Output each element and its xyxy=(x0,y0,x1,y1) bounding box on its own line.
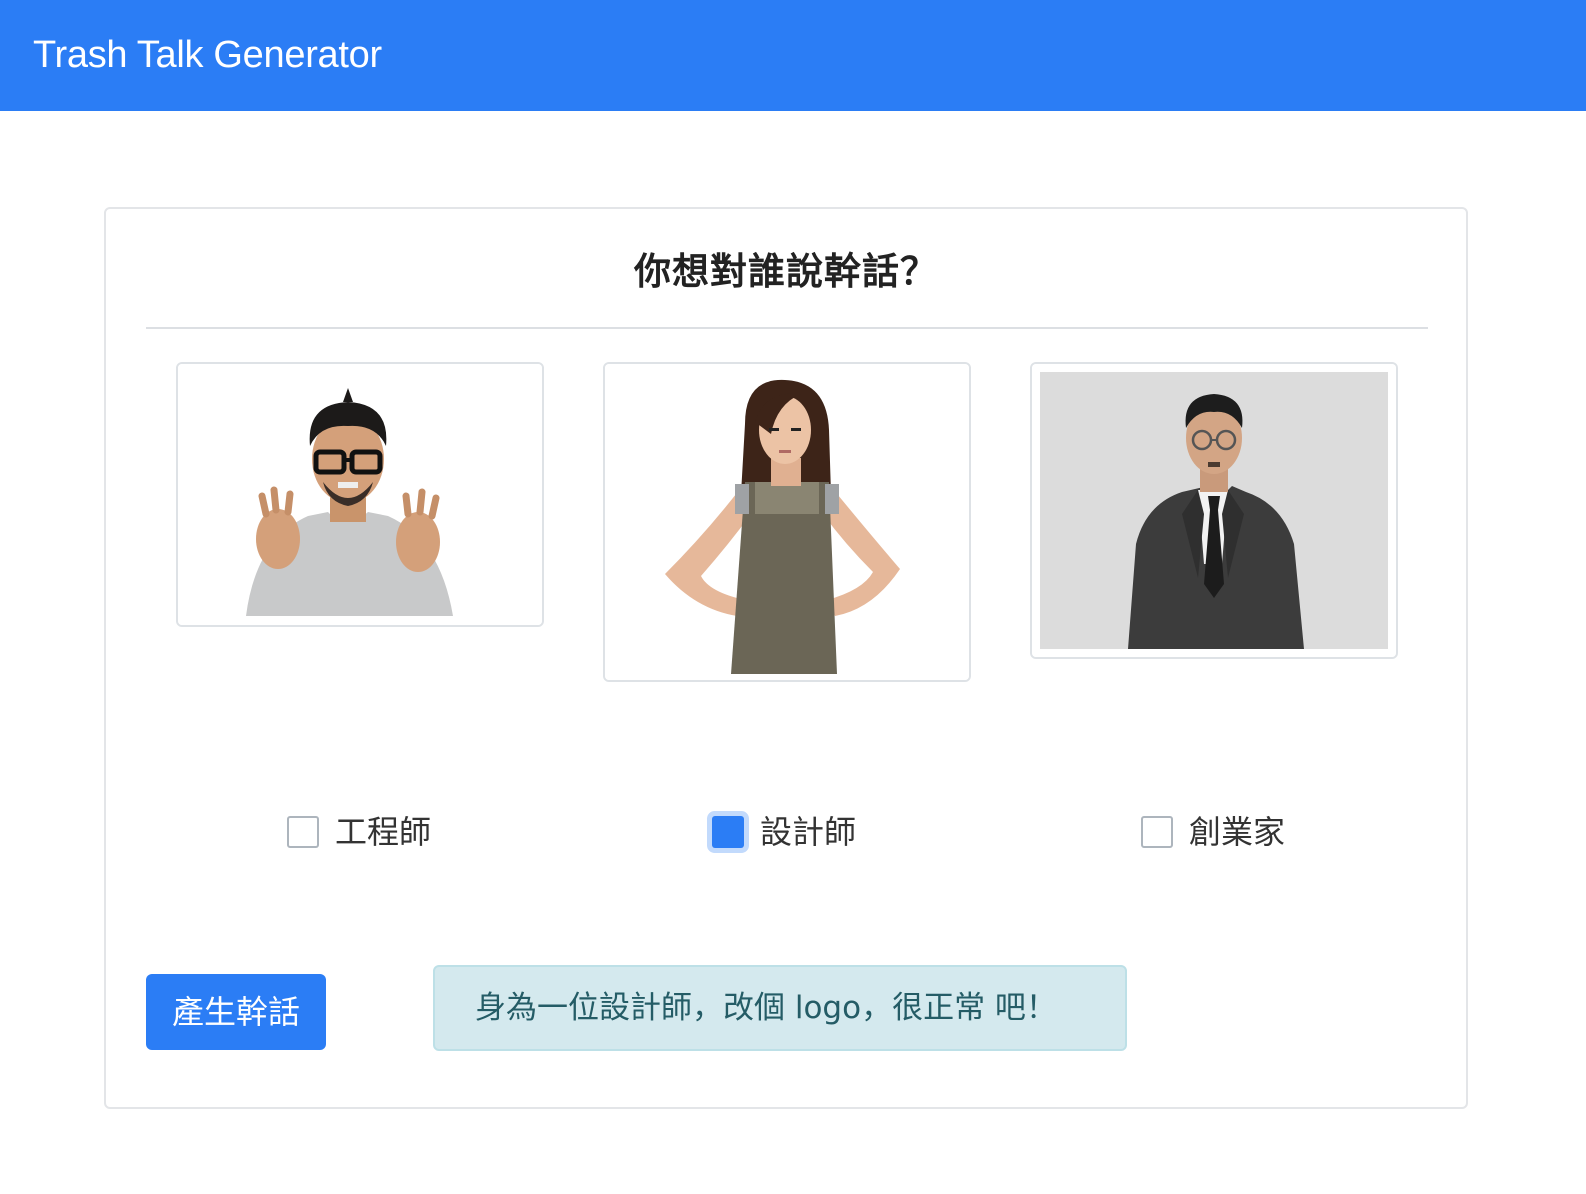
engineer-illustration xyxy=(178,364,542,625)
engineer-label[interactable]: 工程師 xyxy=(335,812,431,852)
divider xyxy=(146,327,1428,329)
designer-label[interactable]: 設計師 xyxy=(760,812,856,852)
designer-photo[interactable] xyxy=(603,362,971,682)
main-card: 你想對誰說幹話？ 工程師 設計師 創業家 產生幹話 身為一位設計師，改個 log… xyxy=(104,207,1468,1109)
navbar-brand[interactable]: Trash Talk Generator xyxy=(33,32,382,78)
designer-checkbox[interactable] xyxy=(712,816,744,848)
engineer-checkbox[interactable] xyxy=(287,816,319,848)
entrepreneur-label[interactable]: 創業家 xyxy=(1189,812,1285,852)
option-entrepreneur[interactable]: 創業家 xyxy=(1141,809,1285,855)
generate-button[interactable]: 產生幹話 xyxy=(146,974,326,1050)
option-engineer[interactable]: 工程師 xyxy=(287,809,431,855)
entrepreneur-photo[interactable] xyxy=(1030,362,1398,659)
page-title: 你想對誰說幹話？ xyxy=(634,250,938,293)
result-alert: 身為一位設計師，改個 logo，很正常 吧！ xyxy=(433,965,1127,1051)
entrepreneur-checkbox[interactable] xyxy=(1141,816,1173,848)
engineer-photo[interactable] xyxy=(176,362,544,627)
navbar: Trash Talk Generator xyxy=(0,0,1586,111)
entrepreneur-illustration xyxy=(1032,364,1396,657)
designer-illustration xyxy=(605,364,969,680)
option-designer[interactable]: 設計師 xyxy=(712,809,856,855)
